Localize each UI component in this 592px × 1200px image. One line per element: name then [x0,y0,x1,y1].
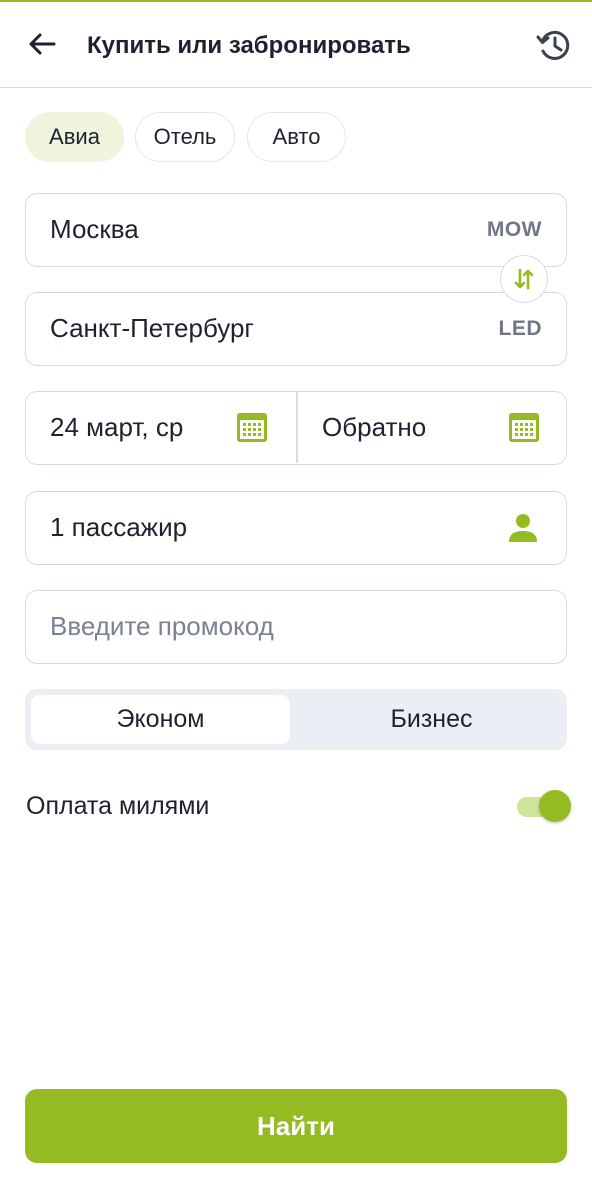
history-button[interactable] [533,24,575,66]
person-icon [509,514,537,542]
to-city: Санкт-Петербург [50,313,254,343]
class-business[interactable]: Бизнес [302,695,561,744]
to-code: LED [498,317,542,340]
tab-auto[interactable]: Авто [247,112,346,162]
miles-payment-label: Оплата милями [26,792,210,820]
calendar-icon [509,413,539,442]
passengers-field[interactable]: 1 пассажир [25,491,567,565]
search-button[interactable]: Найти [25,1089,567,1163]
cabin-class-selector: Эконом Бизнес [25,689,567,750]
arrow-left-icon [29,33,56,55]
tab-hotel[interactable]: Отель [135,112,235,162]
app-header: Купить или забронировать [0,2,592,88]
passengers-value: 1 пассажир [50,512,188,542]
back-button[interactable] [22,24,62,64]
from-code: MOW [486,218,542,241]
tab-avia[interactable]: Авиа [25,112,124,162]
history-icon [536,30,570,60]
from-field[interactable]: Москва MOW [25,193,567,267]
return-date-placeholder: Обратно [322,412,427,442]
return-date-field[interactable]: Обратно [298,392,566,463]
swap-vertical-icon [514,268,534,290]
miles-toggle[interactable] [517,790,571,824]
departure-date: 24 март, ср [50,412,184,442]
page-title: Купить или забронировать [87,32,411,59]
swap-button[interactable] [500,255,548,303]
from-city: Москва [50,214,139,244]
dates-field: 24 март, ср Обратно [25,391,567,465]
calendar-icon [237,413,267,442]
departure-date-field[interactable]: 24 март, ср [26,392,296,463]
class-economy[interactable]: Эконом [31,695,290,744]
promo-input: Введите промокод [50,611,274,641]
toggle-thumb [539,790,571,822]
promo-field[interactable]: Введите промокод [25,590,567,664]
to-field[interactable]: Санкт-Петербург LED [25,292,567,366]
